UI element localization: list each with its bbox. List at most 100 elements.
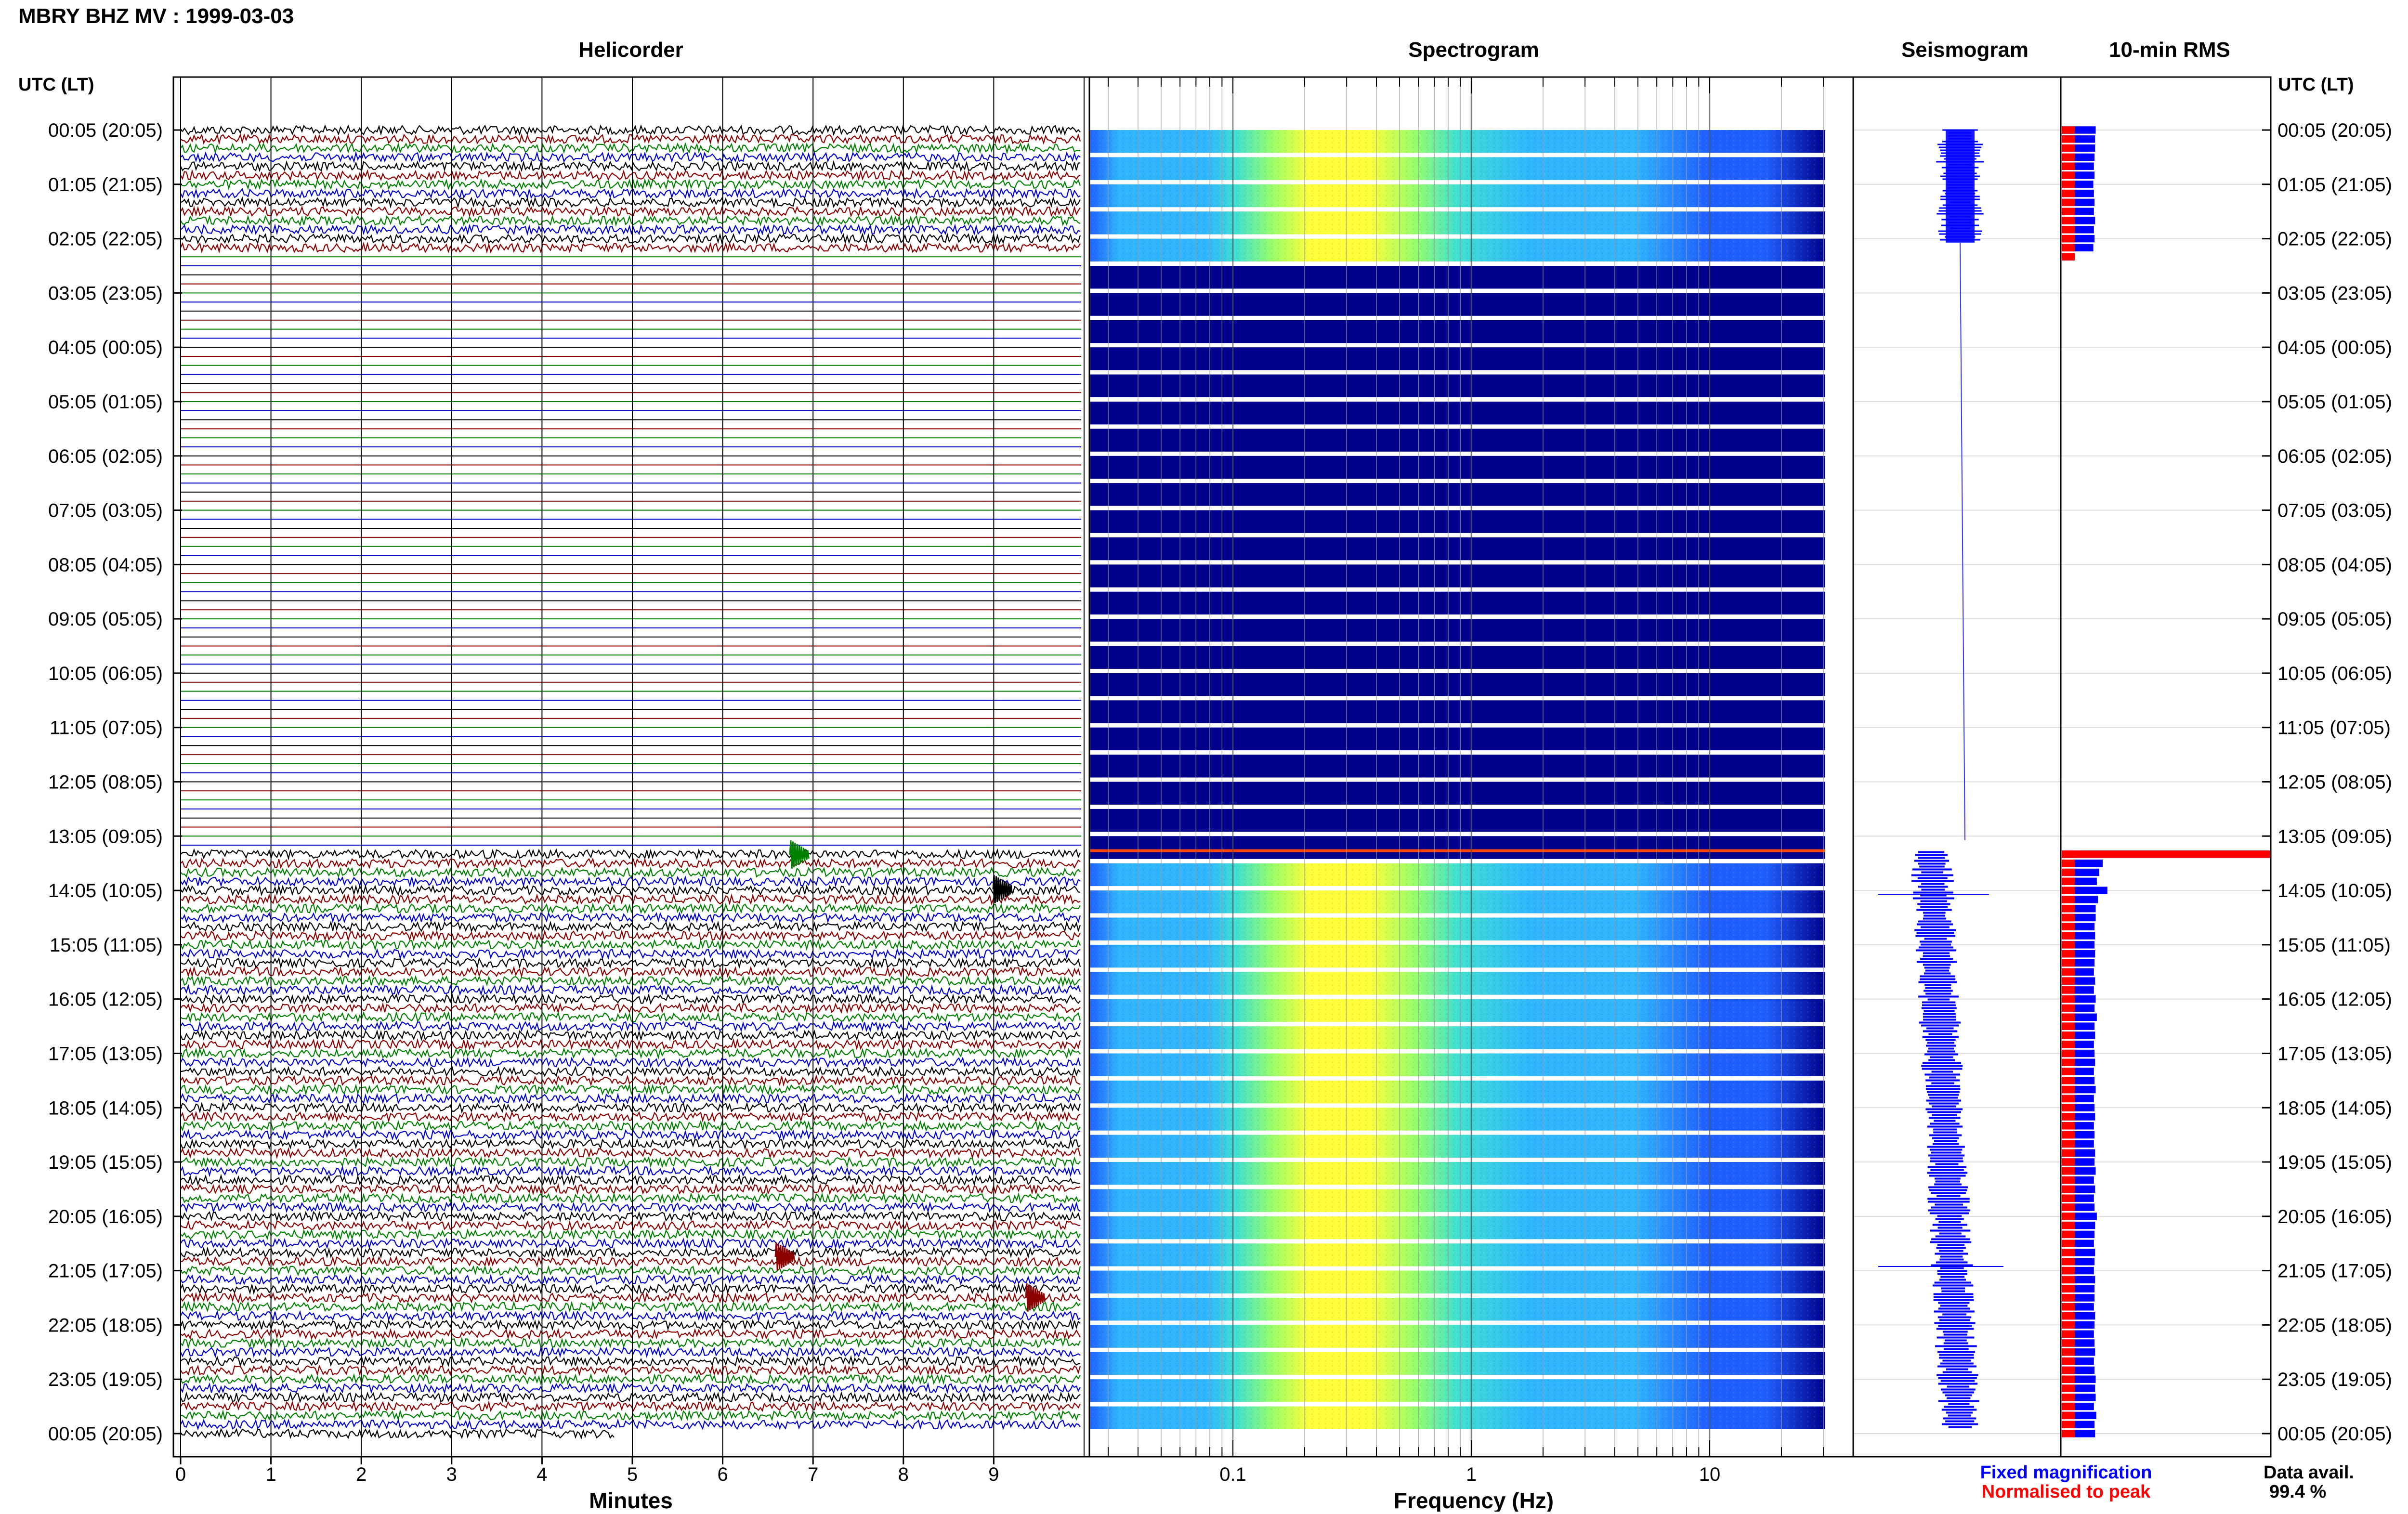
spectrogram-texture — [1090, 972, 1825, 995]
rms-bar-normalised — [2062, 896, 2075, 903]
helicorder-trace-row — [180, 992, 1081, 1005]
helicorder-trace-row — [180, 1156, 1081, 1169]
time-label-left: 21:05 (17:05) — [48, 1261, 163, 1282]
helicorder-trace-row — [180, 1101, 1081, 1114]
helicorder-trace-row — [180, 1318, 1081, 1331]
rms-bar-normalised — [2062, 1140, 2075, 1148]
rms-bar-normalised — [2062, 1430, 2075, 1437]
rms-bar-normalised — [2062, 1213, 2075, 1220]
time-label-left: 08:05 (04:05) — [48, 554, 163, 575]
rms-bar-normalised — [2062, 135, 2075, 143]
helicorder-trace-row — [180, 1038, 1081, 1051]
helicorder-trace-row — [180, 1119, 1081, 1132]
rms-bar-normalised — [2062, 950, 2075, 958]
helicorder-trace-row — [180, 866, 1081, 878]
time-label-right: 01:05 (21:05) — [2277, 174, 2392, 196]
helicorder-trace-row — [180, 1047, 1081, 1060]
rms-bar-normalised — [2062, 959, 2075, 967]
rms-bar-normalised — [2062, 1330, 2075, 1338]
helicorder-trace-row — [180, 1011, 1081, 1023]
helicorder-trace-row — [180, 133, 1081, 145]
helicorder-trace-row — [180, 1274, 1081, 1286]
helicorder-xtick-label: 1 — [265, 1464, 276, 1485]
rms-bar-normalised — [2062, 1158, 2075, 1166]
helicorder-trace-row — [180, 957, 1081, 969]
seismogram-gap-line — [1960, 242, 1965, 840]
spectrogram-rows — [1090, 130, 1825, 1429]
time-label-left: 06:05 (02:05) — [48, 446, 163, 467]
spectrogram-row — [1090, 727, 1825, 751]
rms-bar-normalised — [2062, 198, 2075, 207]
helicorder-trace-row — [180, 178, 1081, 191]
spectrogram-row — [1090, 564, 1825, 587]
spectrogram-texture — [1090, 184, 1825, 208]
rms-bar-normalised — [2062, 1176, 2075, 1184]
rms-bar-normalised — [2062, 1068, 2075, 1075]
rms-bar-normalised — [2062, 877, 2075, 885]
rms-bar-normalised — [2062, 941, 2075, 949]
helicorder-trace-row — [180, 902, 1081, 915]
helicorder-trace-row — [180, 1300, 1081, 1313]
helicorder-xtick-label: 2 — [356, 1464, 366, 1485]
time-label-right: 02:05 (22:05) — [2277, 229, 2392, 250]
helicorder-trace-row — [180, 196, 1081, 209]
spectrogram-row — [1090, 429, 1825, 452]
rms-bar-normalised — [2062, 860, 2075, 867]
helicorder-trace-row — [180, 1255, 1081, 1267]
time-label-left: 00:05 (20:05) — [48, 120, 163, 141]
time-label-left: 01:05 (21:05) — [48, 174, 163, 196]
time-label-right: 09:05 (05:05) — [2277, 609, 2392, 630]
rms-bar-normalised — [2062, 1077, 2075, 1084]
spectrogram-row — [1090, 510, 1825, 533]
spectrogram-row — [1090, 347, 1825, 370]
helicorder-trace-row — [180, 1183, 1081, 1196]
rms-bar-normalised — [2062, 1266, 2075, 1275]
rms-bar-normalised — [2062, 868, 2075, 876]
time-label-left: 20:05 (16:05) — [48, 1206, 163, 1227]
rms-bar-normalised — [2062, 914, 2075, 922]
rms-bar-normalised — [2062, 995, 2075, 1003]
spectrogram-xtick-label: 1 — [1466, 1464, 1477, 1485]
helicorder-trace-row — [180, 1201, 1081, 1214]
time-label-left: 05:05 (01:05) — [48, 392, 163, 413]
rms-bar-normalised — [2062, 1031, 2075, 1039]
helicorder-trace-row — [180, 939, 1081, 951]
helicorder-trace-row — [180, 1382, 1081, 1395]
time-label-left: 23:05 (19:05) — [48, 1369, 163, 1390]
rms-bar-normalised — [2062, 1321, 2075, 1329]
time-label-right: 08:05 (04:05) — [2277, 554, 2392, 575]
helicorder-trace-row — [180, 205, 1081, 218]
panel-frame — [1852, 76, 2062, 1458]
rms-peak-bar — [2062, 850, 2271, 858]
helicorder-trace-row — [180, 1355, 1081, 1368]
helicorder-trace-row — [180, 1056, 1081, 1069]
helicorder-trace-row — [180, 966, 1081, 979]
helicorder-trace-row — [180, 1391, 1081, 1404]
helicorder-trace-row — [180, 1020, 1081, 1032]
rms-bar-normalised — [2062, 1131, 2075, 1139]
time-label-left: 14:05 (10:05) — [48, 880, 163, 901]
spectrogram-xtick-label: 0.1 — [1219, 1464, 1246, 1485]
spectrogram-row — [1090, 293, 1825, 316]
data-availability-label: Data avail. — [2264, 1462, 2354, 1483]
rms-bar-normalised — [2062, 1421, 2075, 1428]
helicorder-trace-row — [180, 151, 1081, 163]
time-label-right: 04:05 (00:05) — [2277, 337, 2392, 358]
spectrogram-texture — [1090, 1298, 1825, 1321]
spectrogram-texture — [1090, 1379, 1825, 1402]
time-label-left: 03:05 (23:05) — [48, 283, 163, 304]
spectrogram-row — [1090, 483, 1825, 506]
spectrogram-row — [1090, 537, 1825, 561]
rms-bar-normalised — [2062, 1339, 2075, 1347]
rms-bar-normalised — [2062, 1049, 2075, 1057]
helicorder-trace-row — [180, 1282, 1081, 1295]
time-label-right: 13:05 (09:05) — [2277, 826, 2392, 847]
rms-bar-normalised — [2062, 126, 2075, 134]
spectrogram-texture — [1090, 999, 1825, 1022]
rms-bar-normalised — [2062, 1013, 2075, 1021]
helicorder-trace-row — [180, 1110, 1081, 1123]
spectrogram-texture — [1090, 1243, 1825, 1266]
helicorder-trace-row — [180, 1428, 615, 1440]
rms-bar-normalised — [2062, 253, 2075, 261]
rms-bar-normalised — [2062, 968, 2075, 976]
